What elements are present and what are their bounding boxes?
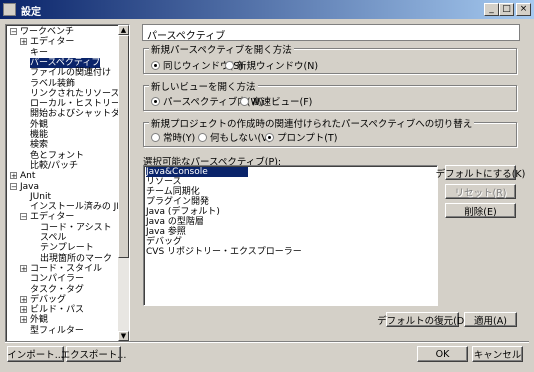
collapse-icon[interactable]: −: [10, 28, 17, 36]
ok-button[interactable]: OK: [417, 346, 468, 362]
list-item[interactable]: リソース: [146, 177, 182, 187]
tree-item-label: ラベル装飾: [30, 78, 76, 89]
tree-item-label: キー: [30, 47, 49, 58]
delete-button[interactable]: 削除(E): [445, 203, 516, 218]
tree-item-label: タスク・タグ: [30, 284, 84, 295]
perspective-list[interactable]: Java&Console リソース チーム同期化 プラグイン開発 Java (デフォルト…: [143, 165, 438, 306]
scroll-up-icon[interactable]: ▲: [118, 25, 129, 35]
list-item[interactable]: Java 参照: [146, 227, 186, 237]
radio-dot: [225, 60, 234, 70]
tree-item-label: パースペクティブ: [30, 57, 101, 68]
tree-item-label: 色とフォント: [30, 150, 85, 161]
divider: [5, 341, 529, 343]
title-bar: 設定: [0, 0, 534, 19]
list-item[interactable]: デバッグ: [146, 237, 182, 247]
tree-item-label: Ant: [20, 171, 36, 182]
tree-item-label: コード・スタイル: [30, 263, 103, 274]
tree-item-label: コード・アシスト: [40, 222, 112, 233]
tree-item-label: 開始およびシャットダウン: [30, 109, 130, 120]
tree-item-label: コンパイラー: [30, 274, 85, 285]
radio-dot: [240, 96, 249, 106]
list-item[interactable]: プラグイン開発: [146, 197, 209, 207]
radio-fast-view[interactable]: 高速ビュー(F): [240, 94, 312, 108]
radio-label: 常時(Y): [163, 133, 196, 144]
radio-dot: [151, 60, 160, 70]
make-default-button[interactable]: デフォルトにする(K): [436, 165, 525, 180]
scroll-down-icon[interactable]: ▼: [118, 331, 129, 341]
collapse-icon[interactable]: −: [20, 213, 27, 221]
tree-item-label: 検索: [30, 140, 49, 151]
apply-button[interactable]: 適用(A): [464, 312, 517, 327]
radio-dot: [198, 132, 207, 142]
radio-dot: [265, 132, 274, 142]
tree-item-label: ワークベンチ: [20, 27, 75, 37]
tree-item-label: 外観: [30, 119, 49, 130]
list-item[interactable]: Java&Console: [146, 167, 248, 177]
tree-item-label: Java: [20, 181, 40, 192]
list-item[interactable]: チーム同期化: [146, 187, 200, 197]
tree-item-label: ローカル・ヒストリー: [30, 99, 121, 110]
app-icon: [3, 3, 16, 16]
list-item[interactable]: Java (デフォルト): [146, 207, 220, 217]
expand-icon[interactable]: +: [20, 306, 27, 314]
expand-icon[interactable]: +: [20, 295, 27, 303]
collapse-icon[interactable]: −: [10, 182, 17, 190]
tree-item-label: エディター: [30, 37, 75, 48]
list-item[interactable]: Java の型階層: [146, 217, 204, 227]
tree-scrollbar[interactable]: ▲ ▼: [118, 25, 129, 341]
tree-item-label: 外観: [30, 315, 49, 326]
page-title: パースペクティブ: [142, 24, 520, 42]
open-perspective-group-title: 新規パースペクティブを開く方法: [149, 42, 294, 56]
radio-dot: [151, 96, 160, 106]
close-button[interactable]: ×: [516, 3, 531, 16]
tree-item-label: 型フィルター: [30, 325, 84, 336]
maximize-button[interactable]: □: [499, 3, 514, 16]
export-button[interactable]: エクスポート...: [61, 346, 126, 362]
open-view-group-title: 新しいビューを開く方法: [149, 79, 258, 93]
scroll-thumb[interactable]: [118, 35, 129, 258]
tree-item-label: エディター: [30, 212, 75, 223]
tree-item-label: ファイルの関連付け: [30, 68, 112, 79]
expand-icon[interactable]: +: [20, 264, 27, 272]
restore-defaults-button[interactable]: デフォルトの復元(D): [377, 312, 468, 327]
cancel-button[interactable]: キャンセル: [472, 346, 523, 362]
tree-item-label: 出現箇所のマーク: [40, 253, 113, 264]
expand-icon[interactable]: +: [10, 172, 17, 180]
expand-icon[interactable]: +: [20, 316, 27, 324]
tree-item-label: インストール済みの JRE: [30, 202, 129, 213]
tree-item-label: スペル: [40, 233, 67, 243]
tree-item-label: リンクされたリソース: [30, 88, 120, 99]
tree-item-label: 比較/パッチ: [30, 160, 79, 171]
minimize-button[interactable]: _: [484, 3, 499, 16]
import-button[interactable]: インポート...: [7, 346, 64, 362]
tree-item-label: テンプレート: [40, 243, 94, 254]
radio-prompt[interactable]: プロンプト(T): [265, 130, 337, 144]
list-item[interactable]: CVS リポジトリー・エクスプローラー: [146, 247, 302, 257]
tree-item-label: 機能: [30, 130, 49, 140]
radio-new-window[interactable]: 新規ウィンドウ(N): [225, 58, 318, 72]
radio-label: 新規ウィンドウ(N): [237, 61, 319, 72]
reset-button[interactable]: リセット(R): [445, 184, 516, 199]
new-project-group-title: 新規プロジェクトの作成時の関連付けられたパースペクティブへの切り替え: [149, 116, 475, 130]
expand-icon[interactable]: +: [20, 38, 27, 46]
window-title: 設定: [21, 7, 41, 18]
tree-item-label: JUnit: [30, 191, 51, 202]
radio-always[interactable]: 常時(Y): [151, 130, 195, 144]
preferences-tree: − ワークベンチ + エディター キー パースペクティブ ファイルの関連付け ラベル装飾 リンク…: [5, 24, 130, 342]
tree-item-label: ビルド・パス: [30, 305, 85, 316]
radio-dot: [151, 132, 160, 142]
radio-label: プロンプト(T): [277, 133, 338, 144]
radio-never[interactable]: 何もしない(V): [198, 130, 271, 144]
radio-label: 高速ビュー(F): [252, 97, 313, 108]
radio-label: 何もしない(V): [210, 133, 272, 144]
tree-item-label: デバッグ: [30, 294, 67, 305]
